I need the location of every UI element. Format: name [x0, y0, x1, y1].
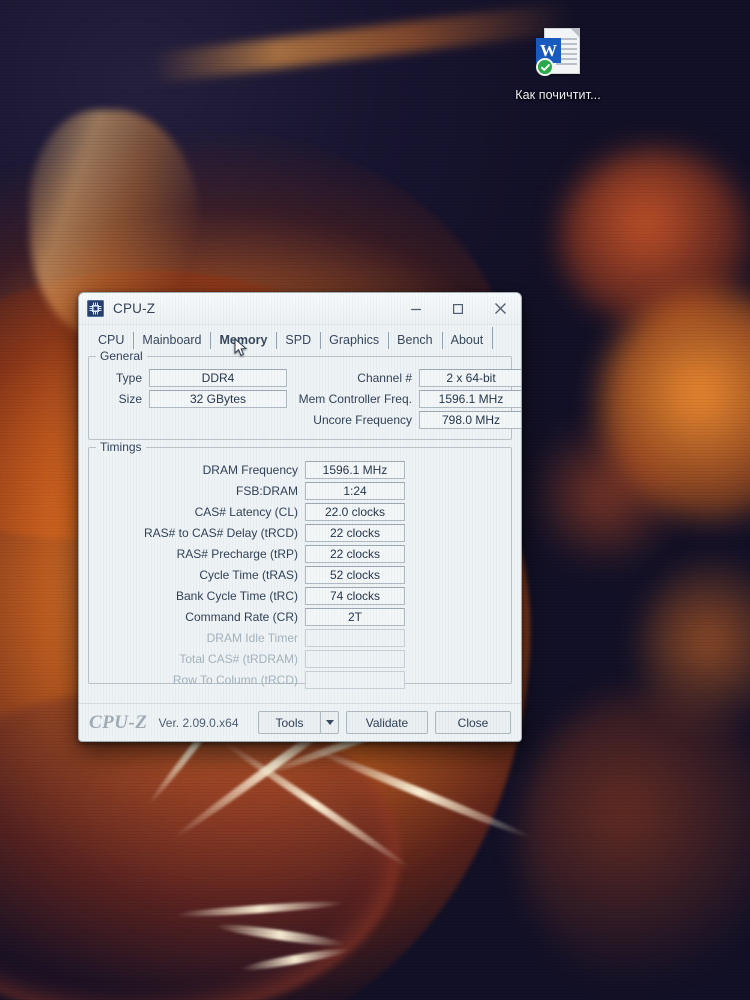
wallpaper-bokeh-4: [640, 560, 750, 740]
timing-row-to-column: Row To Column (tRCD): [97, 670, 503, 689]
wallpaper-filament-6: [214, 921, 346, 949]
field-channel: Channel # 2 x 64-bit: [287, 368, 521, 387]
cpuz-logo: CPU-Z: [89, 711, 148, 733]
window-controls[interactable]: [395, 293, 521, 324]
version-label: Ver. 2.09.0.x64: [158, 715, 239, 730]
timing-dram-frequency: DRAM Frequency 1596.1 MHz: [97, 460, 503, 479]
maximize-icon[interactable]: [437, 293, 479, 324]
tab-bar[interactable]: CPU Mainboard Memory SPD Graphics Bench …: [79, 325, 521, 349]
tools-button[interactable]: Tools: [258, 711, 320, 734]
tab-spd[interactable]: SPD: [276, 332, 320, 349]
field-size-label: Size: [118, 391, 142, 406]
tab-about[interactable]: About: [441, 332, 493, 349]
timing-ras-to-cas-delay: RAS# to CAS# Delay (tRCD) 22 clocks: [97, 523, 503, 542]
timing-ras-to-cas-delay-label: RAS# to CAS# Delay (tRCD): [143, 525, 298, 540]
onedrive-sync-check-icon: [536, 58, 554, 76]
general-group-legend: General: [96, 349, 147, 363]
cpuz-window[interactable]: CPU-Z CPU Mainboard Memory SPD Graphics …: [78, 292, 522, 742]
timing-bank-cycle-time-value: 74 clocks: [305, 586, 405, 605]
minimize-icon[interactable]: [395, 293, 437, 324]
timing-ras-to-cas-delay-value: 22 clocks: [305, 523, 405, 542]
wallpaper-filament-7: [240, 945, 350, 974]
timing-total-cas: Total CAS# (tRDRAM): [97, 649, 503, 668]
wallpaper-bokeh-2: [600, 290, 750, 520]
general-right-column: Channel # 2 x 64-bit Mem Controller Freq…: [287, 368, 521, 431]
timing-dram-idle-timer: DRAM Idle Timer: [97, 628, 503, 647]
field-mem-controller-freq-value: 1596.1 MHz: [419, 389, 521, 408]
field-uncore-frequency-value: 798.0 MHz: [419, 410, 521, 429]
timing-ras-precharge: RAS# Precharge (tRP) 22 clocks: [97, 544, 503, 563]
close-button[interactable]: Close: [435, 711, 511, 734]
timings-group: Timings DRAM Frequency 1596.1 MHz FSB:DR…: [88, 440, 512, 689]
timing-cycle-time: Cycle Time (tRAS) 52 clocks: [97, 565, 503, 584]
validate-button[interactable]: Validate: [346, 711, 428, 734]
timing-ras-precharge-label: RAS# Precharge (tRP): [176, 546, 298, 561]
timing-fsb-dram-label: FSB:DRAM: [235, 483, 298, 498]
timing-dram-frequency-value: 1596.1 MHz: [305, 460, 405, 479]
timing-ras-precharge-value: 22 clocks: [305, 544, 405, 563]
chevron-down-icon: [325, 720, 334, 725]
wallpaper-filament-4: [307, 743, 533, 842]
tools-dropdown-button[interactable]: [320, 711, 339, 734]
timing-cas-latency-value: 22.0 clocks: [305, 502, 405, 521]
field-uncore-frequency: Uncore Frequency 798.0 MHz: [287, 410, 521, 429]
cpu-chip-icon: [87, 300, 104, 317]
general-group: General Type DDR4 Size 32 GBytes Channel…: [88, 349, 521, 440]
field-size-value: 32 GBytes: [149, 389, 287, 408]
window-title: CPU-Z: [113, 301, 156, 316]
tab-memory[interactable]: Memory: [210, 332, 276, 349]
field-size: Size 32 GBytes: [97, 389, 287, 408]
field-uncore-frequency-label: Uncore Frequency: [313, 412, 412, 427]
field-type-value: DDR4: [149, 368, 287, 387]
field-mem-controller-freq-label: Mem Controller Freq.: [298, 391, 412, 406]
desktop-icon-word-document[interactable]: W Как почичтит...: [512, 28, 604, 104]
timing-bank-cycle-time: Bank Cycle Time (tRC) 74 clocks: [97, 586, 503, 605]
timing-total-cas-label: Total CAS# (tRDRAM): [179, 651, 298, 666]
tab-cpu[interactable]: CPU: [89, 332, 133, 349]
timing-row-to-column-value: [305, 670, 405, 689]
tab-bar-end-divider: [492, 327, 494, 349]
field-mem-controller-freq: Mem Controller Freq. 1596.1 MHz: [287, 389, 521, 408]
timing-cas-latency: CAS# Latency (CL) 22.0 clocks: [97, 502, 503, 521]
desktop-icon-label: Как почичтит...: [515, 88, 601, 102]
timing-command-rate-label: Command Rate (CR): [185, 609, 298, 624]
window-footer: CPU-Z Ver. 2.09.0.x64 Tools Validate Clo…: [79, 703, 521, 741]
tab-mainboard[interactable]: Mainboard: [133, 332, 210, 349]
wallpaper-bokeh-1: [560, 150, 750, 325]
close-icon[interactable]: [479, 293, 521, 324]
field-type: Type DDR4: [97, 368, 287, 387]
timing-cycle-time-value: 52 clocks: [305, 565, 405, 584]
tab-graphics[interactable]: Graphics: [320, 332, 388, 349]
timing-row-to-column-label: Row To Column (tRCD): [172, 672, 298, 687]
timing-cycle-time-label: Cycle Time (tRAS): [199, 567, 298, 582]
tab-bench[interactable]: Bench: [388, 332, 441, 349]
timing-fsb-dram: FSB:DRAM 1:24: [97, 481, 503, 500]
timings-group-legend: Timings: [96, 440, 146, 454]
timing-bank-cycle-time-label: Bank Cycle Time (tRC): [175, 588, 298, 603]
field-type-label: Type: [115, 370, 142, 385]
timing-dram-idle-timer-value: [305, 628, 405, 647]
timing-cas-latency-label: CAS# Latency (CL): [194, 504, 298, 519]
timing-command-rate: Command Rate (CR) 2T: [97, 607, 503, 626]
timing-command-rate-value: 2T: [305, 607, 405, 626]
wallpaper-light-streak: [149, 2, 571, 84]
timing-fsb-dram-value: 1:24: [305, 481, 405, 500]
desktop[interactable]: W Как почичтит... CPU-Z CPU Mainboard Me…: [0, 0, 750, 1000]
field-channel-label: Channel #: [357, 370, 412, 385]
footer-buttons[interactable]: Tools Validate Close: [258, 711, 511, 734]
timing-total-cas-value: [305, 649, 405, 668]
window-title-bar[interactable]: CPU-Z: [79, 293, 521, 325]
wallpaper-bokeh-5: [520, 690, 750, 990]
timing-dram-frequency-label: DRAM Frequency: [202, 462, 298, 477]
wallpaper-filament-8: [174, 899, 346, 919]
general-left-column: Type DDR4 Size 32 GBytes: [97, 368, 287, 431]
word-document-icon: W: [536, 28, 580, 82]
timing-dram-idle-timer-label: DRAM Idle Timer: [206, 630, 298, 645]
wallpaper-bokeh-3: [530, 420, 680, 570]
field-channel-value: 2 x 64-bit: [419, 368, 521, 387]
document-fold-corner: [570, 28, 580, 38]
